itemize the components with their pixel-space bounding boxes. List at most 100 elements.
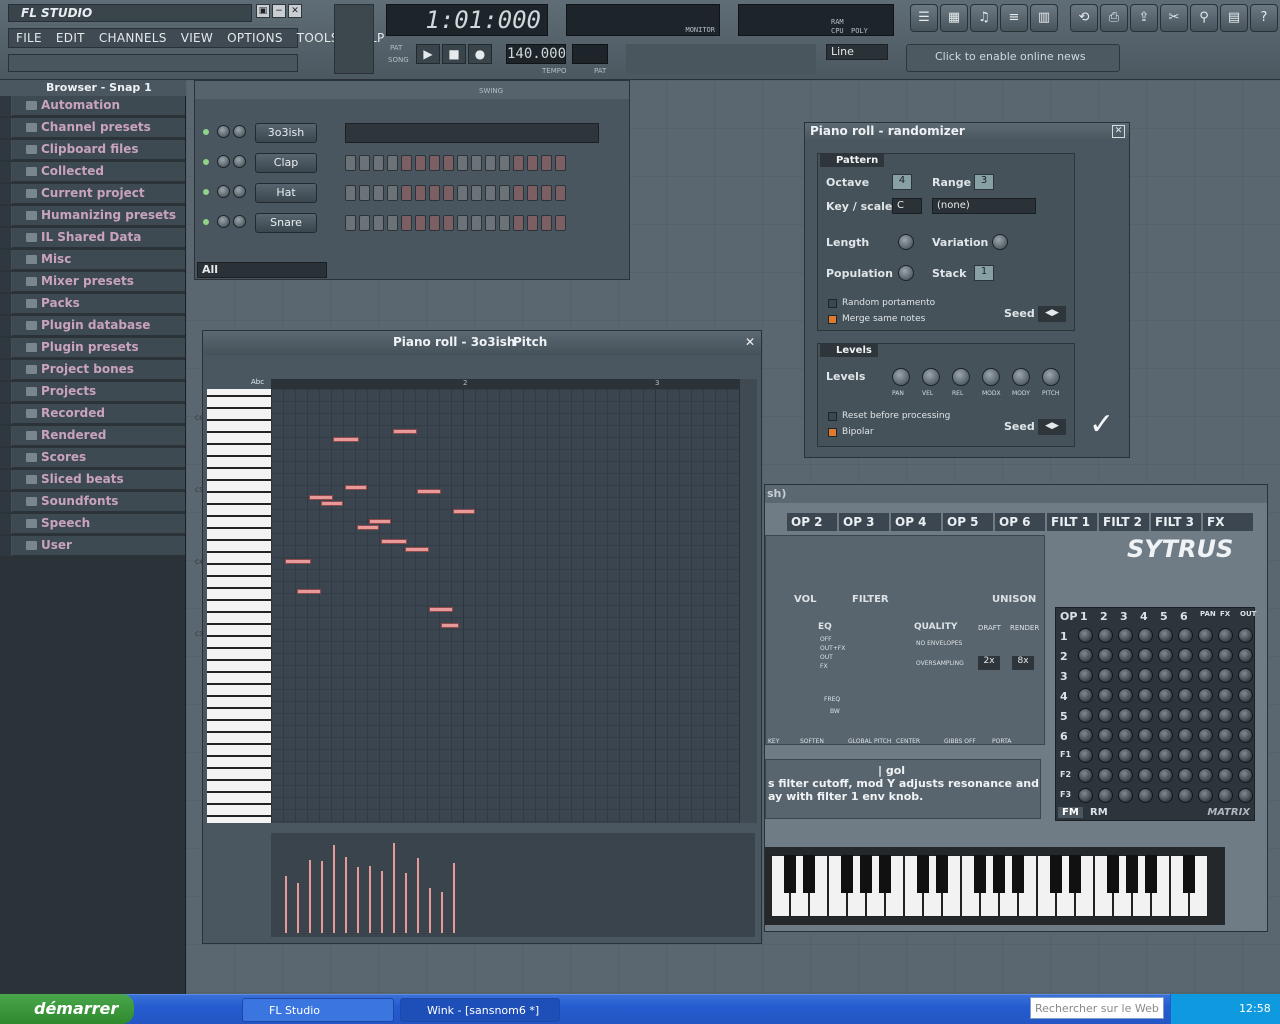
channel-button[interactable]: 3o3ish [255, 123, 317, 143]
menu-edit[interactable]: EDIT [49, 31, 92, 45]
document-icon[interactable]: ▤ [1220, 4, 1248, 32]
sytrus-flag[interactable]: GLOBAL PITCH [848, 738, 891, 745]
channel-piano-roll-preview[interactable] [345, 123, 599, 143]
level-knob[interactable] [952, 368, 970, 386]
matrix-knob[interactable] [1238, 628, 1253, 643]
step-button[interactable] [527, 185, 538, 201]
browser-item[interactable]: Recorded [0, 404, 185, 424]
piano-keyboard[interactable]: C6 C5 C4 C3 [195, 389, 271, 823]
oversampling-2-value[interactable]: 8x [1012, 656, 1034, 670]
matrix-knob[interactable] [1178, 668, 1193, 683]
step-sequencer-icon[interactable]: ▦ [940, 4, 968, 32]
step-button[interactable] [401, 185, 412, 201]
step-button[interactable] [513, 155, 524, 171]
matrix-knob[interactable] [1218, 628, 1233, 643]
black-key[interactable] [1107, 855, 1119, 893]
note[interactable] [381, 539, 407, 544]
sytrus-flag[interactable]: GIBBS OFF [944, 738, 976, 745]
matrix-knob[interactable] [1078, 708, 1093, 723]
note[interactable] [441, 623, 459, 628]
step-button[interactable] [485, 155, 496, 171]
matrix-knob[interactable] [1178, 628, 1193, 643]
pan-knob[interactable] [217, 185, 230, 198]
channel-button[interactable]: Hat [255, 183, 317, 203]
sytrus-tab[interactable]: FX [1203, 513, 1253, 531]
step-button[interactable] [541, 185, 552, 201]
pitch-event[interactable] [429, 887, 431, 933]
matrix-knob[interactable] [1198, 728, 1213, 743]
close-icon[interactable]: ✕ [1112, 125, 1125, 138]
step-button[interactable] [457, 185, 468, 201]
save-icon[interactable]: ⎙ [1100, 4, 1128, 32]
menu-options[interactable]: OPTIONS [220, 31, 290, 45]
matrix-knob[interactable] [1098, 748, 1113, 763]
step-button[interactable] [401, 155, 412, 171]
oversampling-1-value[interactable]: 2x [978, 656, 1000, 670]
matrix-knob[interactable] [1178, 708, 1193, 723]
task-fl-studio[interactable]: FL Studio [242, 998, 394, 1022]
step-button[interactable] [513, 185, 524, 201]
step-button[interactable] [387, 215, 398, 231]
online-news-box[interactable]: Click to enable online news [906, 44, 1120, 72]
level-knob[interactable] [1012, 368, 1030, 386]
browser-item[interactable]: Packs [0, 294, 185, 314]
matrix-knob[interactable] [1138, 708, 1153, 723]
matrix-knob[interactable] [1218, 668, 1233, 683]
variation-knob[interactable] [992, 234, 1008, 250]
black-key[interactable] [879, 855, 891, 893]
matrix-knob[interactable] [1138, 628, 1153, 643]
note[interactable] [393, 429, 417, 434]
browser-item[interactable]: Sliced beats [0, 470, 185, 490]
step-button[interactable] [471, 215, 482, 231]
matrix-knob[interactable] [1118, 728, 1133, 743]
note[interactable] [309, 495, 333, 500]
pitch-event[interactable] [333, 845, 335, 933]
black-key[interactable] [1183, 855, 1195, 893]
step-button[interactable] [541, 215, 552, 231]
note[interactable] [297, 589, 321, 594]
step-button[interactable] [555, 155, 566, 171]
step-button[interactable] [401, 215, 412, 231]
pitch-event[interactable] [369, 865, 371, 933]
matrix-knob[interactable] [1098, 728, 1113, 743]
key-select[interactable]: C [892, 198, 922, 214]
matrix-knob[interactable] [1238, 708, 1253, 723]
black-key[interactable] [974, 855, 986, 893]
close-icon[interactable]: ✕ [745, 331, 755, 353]
matrix-knob[interactable] [1238, 788, 1253, 803]
step-button[interactable] [457, 155, 468, 171]
matrix-knob[interactable] [1158, 728, 1173, 743]
browser-item[interactable]: Scores [0, 448, 185, 468]
matrix-knob[interactable] [1198, 768, 1213, 783]
sytrus-flag[interactable]: PORTA [992, 738, 1011, 745]
pitch-event[interactable] [405, 872, 407, 933]
web-search-input[interactable]: Rechercher sur le Web [1030, 997, 1164, 1019]
pitch-event[interactable] [297, 883, 299, 933]
matrix-knob[interactable] [1098, 648, 1113, 663]
population-knob[interactable] [898, 265, 914, 281]
play-button[interactable]: ▶ [416, 44, 440, 64]
black-key[interactable] [1012, 855, 1024, 893]
black-key[interactable] [993, 855, 1005, 893]
matrix-knob[interactable] [1138, 728, 1153, 743]
matrix-knob[interactable] [1178, 748, 1193, 763]
black-key[interactable] [1145, 855, 1157, 893]
matrix-knob[interactable] [1218, 788, 1233, 803]
matrix-knob[interactable] [1158, 648, 1173, 663]
mixer-icon[interactable]: ▥ [1030, 4, 1058, 32]
stop-button[interactable]: ■ [442, 44, 466, 64]
matrix-knob[interactable] [1078, 768, 1093, 783]
matrix-knob[interactable] [1098, 768, 1113, 783]
search-icon[interactable]: ⚲ [1190, 4, 1218, 32]
seed-stepper[interactable]: ◀▶ [1038, 306, 1066, 322]
matrix-knob[interactable] [1098, 668, 1113, 683]
matrix-knob[interactable] [1238, 668, 1253, 683]
matrix-knob[interactable] [1118, 748, 1133, 763]
step-button[interactable] [499, 155, 510, 171]
matrix-knob[interactable] [1198, 628, 1213, 643]
browser-item[interactable]: Channel presets [0, 118, 185, 138]
matrix-knob[interactable] [1178, 728, 1193, 743]
matrix-knob[interactable] [1078, 668, 1093, 683]
level-knob[interactable] [922, 368, 940, 386]
matrix-knob[interactable] [1118, 768, 1133, 783]
